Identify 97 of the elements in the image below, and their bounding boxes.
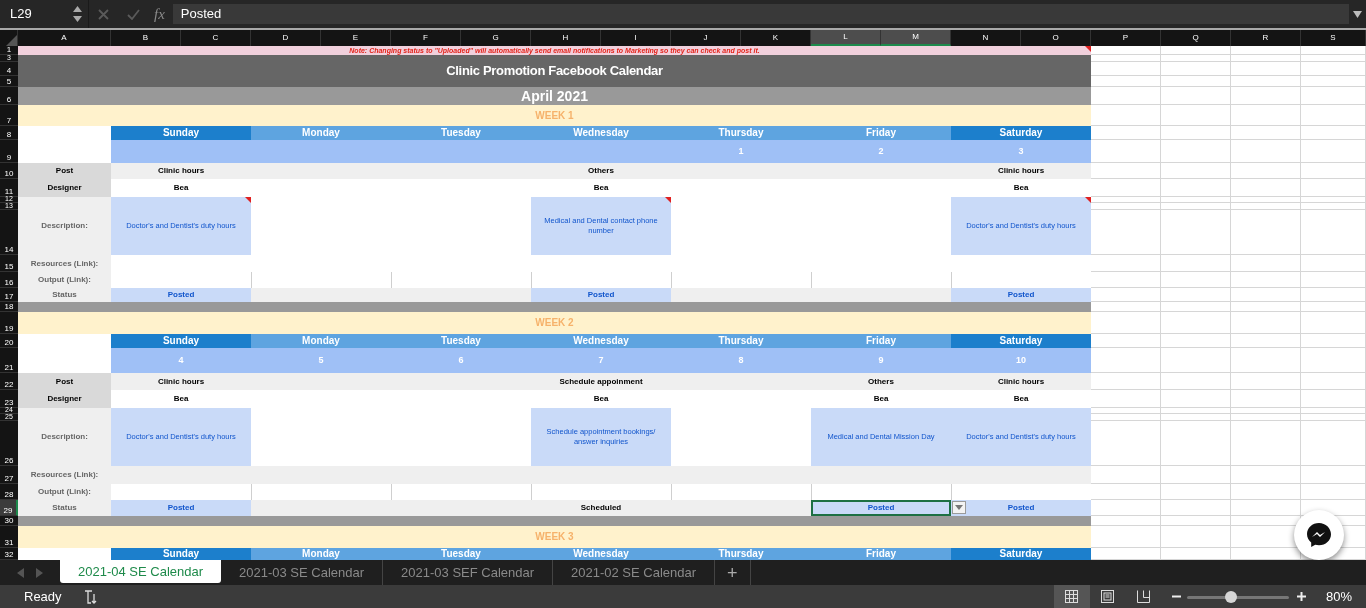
formula-field[interactable]: Posted <box>172 4 1349 24</box>
day-name: Monday <box>251 334 391 348</box>
day-name: Monday <box>251 548 391 560</box>
day-name: Thursday <box>671 126 811 140</box>
status-cell: Posted <box>111 500 251 516</box>
day-name: Sunday <box>111 126 251 140</box>
day-name: Thursday <box>671 334 811 348</box>
day-name: Saturday <box>951 548 1091 560</box>
caret-icon <box>955 505 963 510</box>
row-label: Output (Link): <box>18 484 111 500</box>
week-title: WEEK 2 <box>18 312 1091 334</box>
post-type: Others <box>811 373 951 390</box>
row-label: Status <box>18 288 111 302</box>
status-cell: Posted <box>531 288 671 302</box>
zoom-in-icon[interactable] <box>1296 592 1306 601</box>
day-name: Friday <box>811 126 951 140</box>
designer-name: Bea <box>593 393 609 405</box>
view-button[interactable] <box>1053 585 1090 608</box>
status-cell: Posted <box>111 288 251 302</box>
status-cell[interactable]: Posted <box>811 500 951 516</box>
row-label: Designer <box>18 390 111 408</box>
week-title: WEEK 3 <box>18 526 1091 548</box>
date-cell: 4 <box>111 348 251 373</box>
date-cell: 8 <box>671 348 811 373</box>
stepper-icon[interactable] <box>73 5 82 23</box>
column-header[interactable]: M <box>881 30 951 46</box>
function-button[interactable]: fx <box>154 2 165 26</box>
row-label: Output (Link): <box>18 272 111 288</box>
day-name: Friday <box>811 334 951 348</box>
page-break-icon <box>1137 590 1151 603</box>
day-name: Wednesday <box>531 126 671 140</box>
status-cell: Scheduled <box>531 500 671 516</box>
row-label: Description: <box>18 408 111 466</box>
column-header[interactable]: R <box>1231 30 1301 46</box>
zoom-slider[interactable] <box>1186 590 1289 603</box>
cell-reference[interactable]: L29 <box>10 4 32 24</box>
zoom-level[interactable]: 80% <box>1325 586 1352 607</box>
day-name: Monday <box>251 126 391 140</box>
designer-name: Bea <box>173 393 189 405</box>
day-name: Tuesday <box>391 126 531 140</box>
designer-name: Bea <box>173 182 189 194</box>
post-type: Clinic hours <box>111 163 251 179</box>
row-label: Description: <box>18 197 111 255</box>
column-header[interactable]: L <box>811 30 881 46</box>
date-cell: 1 <box>671 140 811 163</box>
column-header[interactable]: S <box>1301 30 1366 46</box>
designer-name: Bea <box>1013 182 1029 194</box>
slider-thumb[interactable] <box>1224 590 1237 603</box>
date-cell: 10 <box>951 348 1091 373</box>
designer-name: Bea <box>593 182 609 194</box>
caret-icon[interactable] <box>1353 10 1362 18</box>
day-name: Friday <box>811 548 951 560</box>
row-label: Resources (Link): <box>18 466 111 484</box>
column-header[interactable]: Q <box>1161 30 1231 46</box>
date-cell: 7 <box>531 348 671 373</box>
status-text: Ready <box>24 587 62 606</box>
row-label: Resources (Link): <box>18 255 111 272</box>
grid-icon <box>1065 590 1079 603</box>
post-type: Schedule appoinment <box>531 373 671 390</box>
sheet-tab[interactable]: 2021-04 SE Calendar <box>60 560 222 583</box>
post-type: Clinic hours <box>951 163 1091 179</box>
date-cell: 5 <box>251 348 391 373</box>
chat-bubble-icon <box>1305 521 1333 549</box>
day-name: Wednesday <box>531 548 671 560</box>
row-label: Status <box>18 500 111 516</box>
row-label: Post <box>18 373 111 390</box>
month-title: April 2021 <box>18 87 1091 105</box>
chat-button[interactable] <box>1294 510 1344 560</box>
row-header[interactable]: 29 <box>0 500 18 516</box>
post-type: Others <box>531 163 671 179</box>
column-header[interactable]: P <box>1091 30 1161 46</box>
day-name: Saturday <box>951 334 1091 348</box>
post-type: Clinic hours <box>111 373 251 390</box>
week-title: WEEK 1 <box>18 105 1091 126</box>
post-type: Clinic hours <box>951 373 1091 390</box>
status-cell: Posted <box>951 500 1091 516</box>
date-cell: 9 <box>811 348 951 373</box>
day-name: Tuesday <box>391 334 531 348</box>
date-cell: 6 <box>391 348 531 373</box>
designer-name: Bea <box>873 393 889 405</box>
date-cell: 3 <box>951 140 1091 163</box>
day-name: Tuesday <box>391 548 531 560</box>
day-name: Saturday <box>951 126 1091 140</box>
day-name: Sunday <box>111 548 251 560</box>
date-cell: 2 <box>811 140 951 163</box>
page-icon <box>1101 590 1115 603</box>
dropdown-button[interactable] <box>952 501 966 514</box>
calendar-title: Clinic Promotion Facebook Calendar <box>18 55 1091 87</box>
row-label: Post <box>18 163 111 179</box>
day-name: Thursday <box>671 548 811 560</box>
macro-record-icon[interactable] <box>83 589 98 604</box>
status-cell: Posted <box>951 288 1091 302</box>
check-icon[interactable] <box>127 8 140 20</box>
day-name: Sunday <box>111 334 251 348</box>
designer-name: Bea <box>1013 393 1029 405</box>
row-label: Designer <box>18 179 111 197</box>
day-name: Wednesday <box>531 334 671 348</box>
